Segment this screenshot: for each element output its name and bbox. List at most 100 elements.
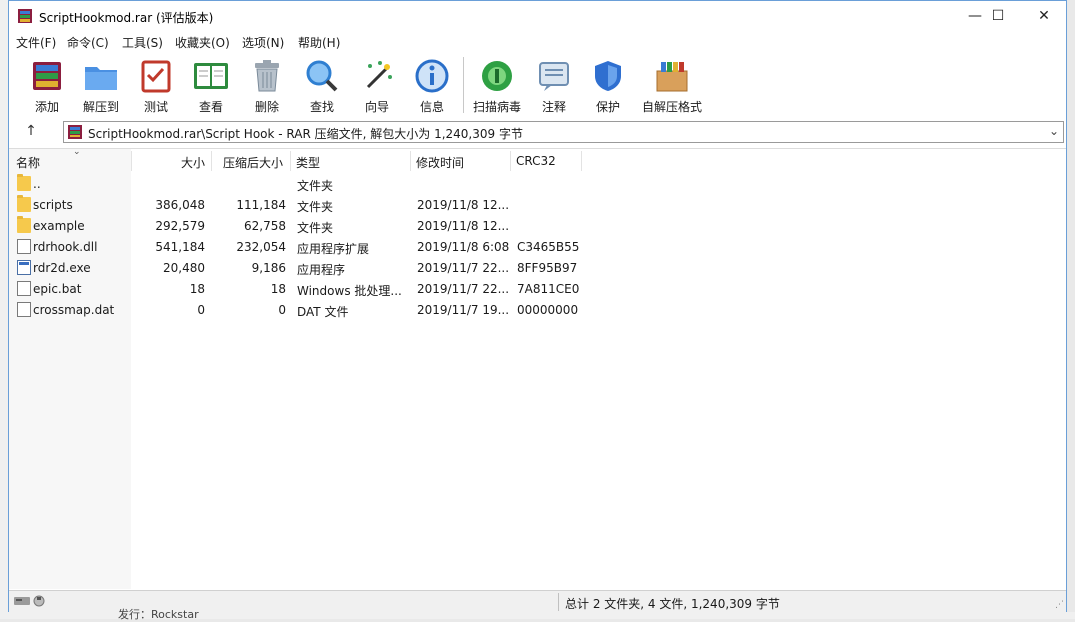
info-button[interactable]: 信息 — [404, 55, 460, 115]
file-packed-size: 62,758 — [244, 219, 286, 233]
file-type: 应用程序 — [297, 263, 346, 277]
extract-to-button[interactable]: 解压到 — [73, 55, 129, 115]
column-header-packed[interactable]: 压缩后大小 — [223, 149, 293, 173]
view-button[interactable]: 查看 — [183, 55, 239, 115]
column-header-crc[interactable]: CRC32 — [516, 149, 580, 173]
resize-grip-icon[interactable]: ⋰ — [1055, 600, 1064, 610]
file-type: Windows 批处理... — [297, 284, 402, 298]
close-button[interactable]: ✕ — [1021, 1, 1067, 31]
background-text: 发行：Rockstar — [118, 608, 199, 621]
add-button[interactable]: 添加 — [19, 55, 75, 115]
file-name: example — [33, 219, 85, 233]
delete-trash-icon — [248, 57, 286, 95]
table-row[interactable]: .. 文件夹 — [9, 174, 1066, 195]
file-type: DAT 文件 — [297, 305, 349, 319]
find-magnifier-icon — [303, 57, 341, 95]
file-modified: 2019/11/8 6:08 — [417, 240, 510, 254]
test-checklist-icon — [137, 57, 175, 95]
extract-folder-icon — [82, 57, 120, 95]
address-row: ↑ ScriptHookmod.rar\Script Hook - RAR 压缩… — [9, 119, 1066, 145]
file-icon — [17, 281, 31, 296]
virus-scan-button[interactable]: 扫描病毒 — [468, 55, 526, 115]
protect-shield-icon — [589, 57, 627, 95]
file-type: 应用程序扩展 — [297, 242, 370, 256]
file-type: 文件夹 — [297, 200, 334, 214]
address-bar[interactable]: ScriptHookmod.rar\Script Hook - RAR 压缩文件… — [63, 121, 1064, 143]
file-name: .. — [33, 177, 41, 191]
virus-scan-icon — [478, 57, 516, 95]
wizard-button[interactable]: 向导 — [349, 55, 405, 115]
info-icon — [413, 57, 451, 95]
file-packed-size: 9,186 — [251, 261, 286, 275]
folder-icon — [17, 216, 31, 233]
file-crc: C3465B55 — [517, 240, 580, 254]
chevron-down-icon[interactable]: ⌄ — [1049, 124, 1059, 138]
table-row[interactable]: crossmap.dat 0 0 DAT 文件 2019/11/7 19... 00000… — [9, 300, 1066, 321]
file-crc: 7A811CE0 — [517, 282, 580, 296]
address-path: ScriptHookmod.rar\Script Hook - RAR 压缩文件… — [88, 127, 523, 141]
file-size: 541,184 — [155, 240, 205, 254]
file-type: 文件夹 — [297, 179, 334, 193]
file-size: 18 — [189, 282, 205, 296]
header-separator — [211, 151, 212, 171]
winrar-window: ScriptHookmod.rar (评估版本) — ☐ ✕ 文件(F) 命令(… — [8, 0, 1067, 612]
status-separator — [558, 593, 559, 611]
menu-bar: 文件(F) 命令(C) 工具(S) 收藏夹(O) 选项(N) 帮助(H) — [9, 31, 1066, 51]
sort-chevron-icon: ⌄ — [73, 147, 81, 157]
wizard-wand-icon — [358, 57, 396, 95]
file-name: scripts — [33, 198, 73, 212]
table-row[interactable]: scripts 386,048 111,184 文件夹 2019/11/8 12... — [9, 195, 1066, 216]
find-button[interactable]: 查找 — [294, 55, 350, 115]
file-size: 20,480 — [163, 261, 205, 275]
file-name: rdrhook.dll — [33, 240, 98, 254]
column-header-size[interactable]: 大小 — [131, 149, 205, 173]
file-size: 0 — [197, 303, 205, 317]
maximize-button[interactable]: ☐ — [975, 1, 1021, 31]
view-book-icon — [192, 57, 230, 95]
menu-options[interactable]: 选项(N) — [242, 34, 284, 51]
table-row[interactable]: example 292,579 62,758 文件夹 2019/11/8 12... — [9, 216, 1066, 237]
protect-button[interactable]: 保护 — [580, 55, 636, 115]
archive-icon — [68, 125, 82, 139]
folder-icon — [17, 195, 31, 212]
file-crc: 8FF95B97 — [517, 261, 578, 275]
file-size: 386,048 — [155, 198, 205, 212]
header-separator — [581, 151, 582, 171]
file-icon — [17, 239, 31, 254]
folder-icon — [17, 174, 31, 191]
menu-favorites[interactable]: 收藏夹(O) — [175, 34, 230, 51]
file-modified: 2019/11/8 12... — [417, 198, 510, 212]
toolbar-separator — [463, 57, 464, 113]
menu-help[interactable]: 帮助(H) — [298, 34, 340, 51]
title-bar: ScriptHookmod.rar (评估版本) — ☐ ✕ — [9, 1, 1066, 31]
drive-icon — [14, 595, 45, 607]
file-modified: 2019/11/7 19... — [417, 303, 510, 317]
up-folder-button[interactable]: ↑ — [21, 123, 41, 141]
menu-file[interactable]: 文件(F) — [16, 34, 56, 51]
column-header-name[interactable]: 名称 ⌄ — [16, 147, 130, 173]
winrar-app-icon — [18, 9, 32, 23]
column-header-modified[interactable]: 修改时间 — [416, 149, 506, 173]
file-size: 292,579 — [155, 219, 205, 233]
file-modified: 2019/11/8 12... — [417, 219, 510, 233]
column-header-type[interactable]: 类型 — [296, 149, 406, 173]
file-list: 名称 ⌄ 大小 压缩后大小 类型 修改时间 CRC32 .. 文件夹 scripts… — [9, 147, 1066, 589]
sfx-box-icon — [653, 57, 691, 95]
header-separator — [510, 151, 511, 171]
menu-commands[interactable]: 命令(C) — [67, 34, 109, 51]
table-row[interactable]: rdrhook.dll 541,184 232,054 应用程序扩展 2019/11/8… — [9, 237, 1066, 258]
table-row[interactable]: rdr2d.exe 20,480 9,186 应用程序 2019/11/7 22... 8… — [9, 258, 1066, 279]
table-row[interactable]: epic.bat 18 18 Windows 批处理... 2019/11/7 22..… — [9, 279, 1066, 300]
file-modified: 2019/11/7 22... — [417, 282, 510, 296]
status-summary: 总计 2 文件夹, 4 文件, 1,240,309 字节 — [565, 597, 780, 611]
delete-button[interactable]: 删除 — [239, 55, 295, 115]
background-window-edge — [0, 0, 8, 619]
toolbar: 添加 解压到 测试 查看 删除 查找 向导 信息 扫描病毒 注释 保护 自解压格… — [9, 53, 1066, 117]
header-separator — [290, 151, 291, 171]
file-name: epic.bat — [33, 282, 82, 296]
comment-button[interactable]: 注释 — [526, 55, 582, 115]
file-name: rdr2d.exe — [33, 261, 91, 275]
sfx-button[interactable]: 自解压格式 — [637, 55, 707, 115]
test-button[interactable]: 测试 — [128, 55, 184, 115]
menu-tools[interactable]: 工具(S) — [122, 34, 163, 51]
